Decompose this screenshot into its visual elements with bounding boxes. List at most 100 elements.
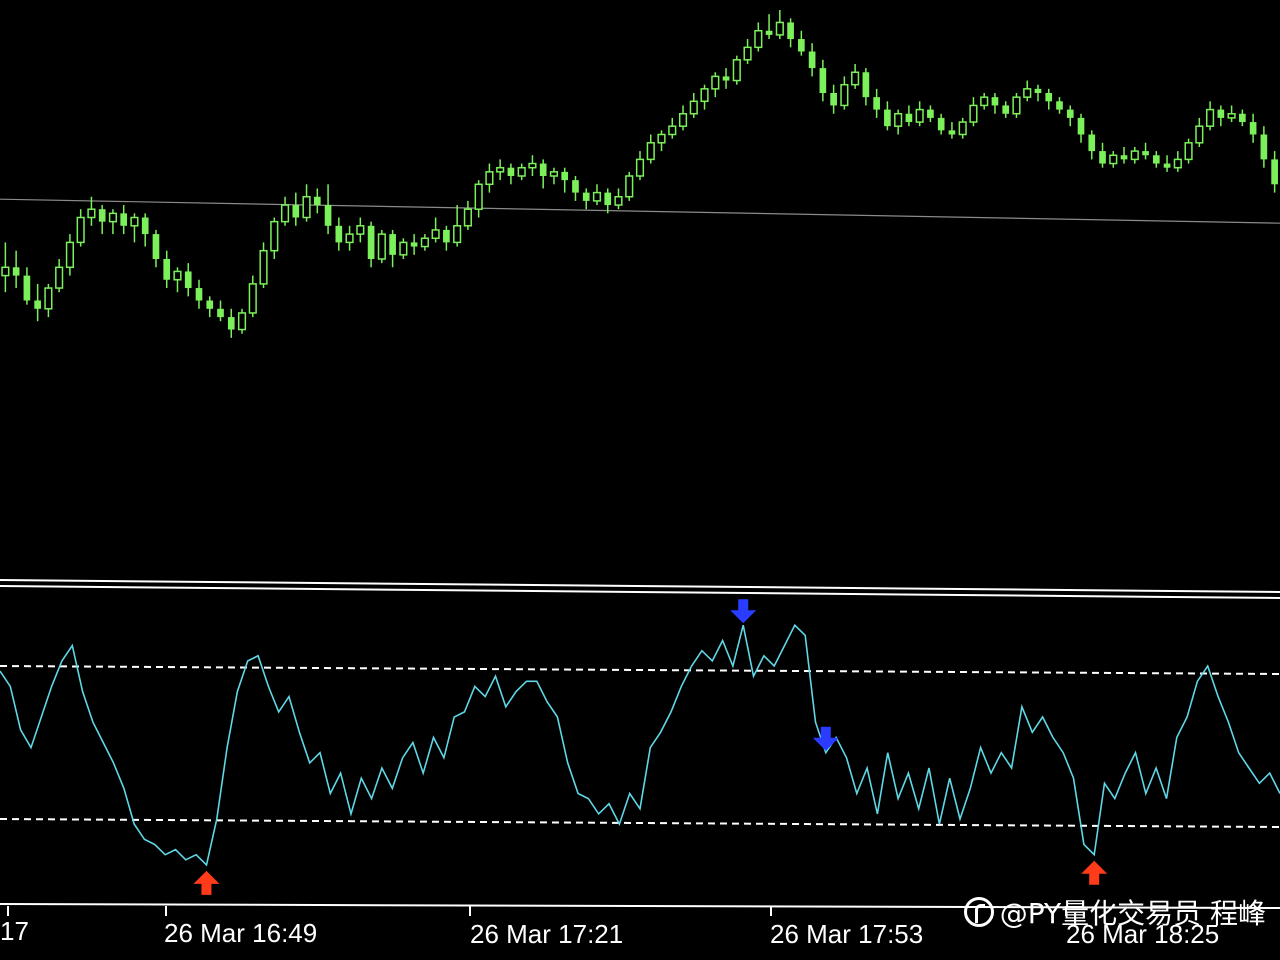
candle	[431, 217, 440, 243]
candle-body	[1271, 159, 1278, 185]
candle-body	[905, 113, 913, 123]
candle-body	[980, 96, 989, 107]
candle-body	[410, 242, 418, 247]
oscillator-line	[0, 623, 1280, 867]
candle	[689, 93, 698, 118]
candle-body	[668, 125, 677, 136]
candle-body	[1217, 109, 1225, 118]
candle	[517, 163, 526, 181]
candle	[1077, 113, 1085, 143]
candle-body	[280, 204, 290, 223]
candle	[1260, 126, 1268, 168]
candle	[55, 259, 64, 293]
candle	[1205, 101, 1215, 131]
candle-body	[958, 121, 967, 136]
candle-body	[152, 234, 160, 259]
candle	[237, 308, 247, 334]
candle	[163, 250, 171, 289]
candle-body	[1184, 142, 1193, 161]
candle-body	[184, 271, 192, 289]
candle	[356, 217, 365, 243]
candle-body	[646, 142, 655, 161]
candle-body	[1120, 155, 1128, 160]
candle-body	[927, 109, 934, 118]
candle-body	[65, 241, 75, 269]
candle	[1023, 80, 1032, 102]
price-pane[interactable]	[0, 10, 1280, 599]
candle-body	[453, 225, 462, 244]
candle	[1109, 151, 1118, 168]
candle	[485, 163, 494, 193]
candle-body	[678, 113, 688, 127]
candle	[1249, 113, 1257, 143]
candle	[389, 229, 396, 268]
candle	[561, 167, 569, 193]
candle	[1142, 142, 1149, 160]
time-tick-label: 26 Mar 17:53	[770, 919, 923, 949]
candle	[635, 151, 645, 181]
candle	[443, 225, 450, 251]
candle-body	[237, 312, 247, 331]
candle-body	[991, 97, 999, 106]
candle	[732, 55, 741, 85]
oscillator-pane[interactable]	[0, 599, 1280, 895]
candle-body	[302, 196, 311, 219]
candle	[292, 192, 300, 226]
candle-body	[798, 39, 805, 52]
candle	[420, 234, 429, 251]
candle-body	[1142, 151, 1149, 156]
candle-body	[356, 225, 365, 235]
candle	[463, 200, 472, 230]
pane-separator-bottom	[0, 585, 1280, 599]
candle	[905, 105, 913, 127]
candle-body	[1002, 105, 1010, 114]
candle	[722, 68, 730, 89]
candle	[65, 234, 75, 276]
candle-body	[1205, 108, 1215, 127]
candle	[227, 308, 235, 338]
candle-body	[217, 308, 224, 318]
candle-body	[173, 270, 182, 281]
candle	[1239, 109, 1246, 127]
candle-body	[732, 59, 741, 82]
candle	[592, 184, 602, 206]
candle	[1227, 105, 1236, 123]
watermark-text: @PY量化交易员 程峰	[999, 897, 1266, 930]
candle-body	[496, 166, 505, 173]
candle-body	[55, 266, 64, 289]
candle	[572, 176, 579, 201]
candle	[152, 229, 160, 268]
candle	[819, 59, 827, 102]
candle	[1271, 151, 1278, 193]
candle	[1173, 151, 1182, 172]
candle	[1, 242, 10, 293]
candle-body	[743, 46, 752, 61]
trading-chart-window: 17 26 Mar 16:49 26 Mar 17:21 26 Mar 17:5…	[0, 0, 1280, 960]
candle	[98, 205, 106, 235]
candle	[657, 130, 666, 152]
candle-body	[1195, 125, 1204, 144]
candle	[259, 242, 268, 289]
candle-body	[614, 196, 623, 206]
candle	[873, 88, 880, 118]
candle-body	[120, 213, 128, 226]
time-tick-label: 26 Mar 16:49	[164, 918, 317, 948]
candle-body	[625, 175, 634, 198]
candle-body	[163, 259, 171, 280]
candle	[474, 180, 483, 218]
candle-body	[722, 76, 730, 81]
candle	[23, 267, 31, 305]
candle-body	[485, 171, 494, 186]
candle	[798, 30, 805, 56]
candle	[120, 205, 128, 235]
candle-body	[582, 192, 590, 201]
candle	[248, 275, 257, 318]
candle	[206, 296, 214, 318]
candle	[1217, 105, 1225, 127]
candle-body	[1034, 88, 1042, 93]
candle-body	[248, 283, 257, 314]
candle-body	[1088, 134, 1096, 152]
buy-signal-arrow	[1081, 860, 1108, 885]
candle	[453, 205, 462, 247]
candle-body	[345, 233, 354, 244]
